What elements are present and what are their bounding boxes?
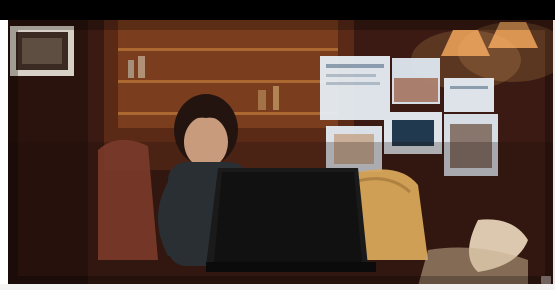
panel-3 (444, 78, 494, 112)
couch-left-cushion (98, 139, 158, 260)
shelf-item-2 (138, 56, 145, 78)
panel-1-line (326, 64, 384, 68)
panel-1-line-2 (326, 74, 376, 77)
panel-1-line-3 (326, 82, 380, 85)
shelf-line-2 (118, 80, 338, 83)
shelf-item-3 (258, 90, 266, 110)
video-frame (8, 20, 555, 286)
face (184, 116, 228, 168)
laptop-base (206, 262, 376, 272)
shelf-line-1 (118, 48, 338, 51)
screenshot-frame (0, 0, 555, 290)
panel-3-line (450, 86, 488, 89)
laptop-shadow (214, 172, 362, 262)
shelf-item-1 (128, 60, 134, 78)
video-scene (8, 20, 555, 286)
shelf-item-4 (273, 86, 279, 110)
top-black-bar (0, 0, 555, 20)
wall-picture-detail (22, 38, 62, 64)
panel-2-image (394, 78, 438, 102)
video-corner-badge-icon (541, 276, 551, 284)
bottom-strip (0, 284, 555, 290)
